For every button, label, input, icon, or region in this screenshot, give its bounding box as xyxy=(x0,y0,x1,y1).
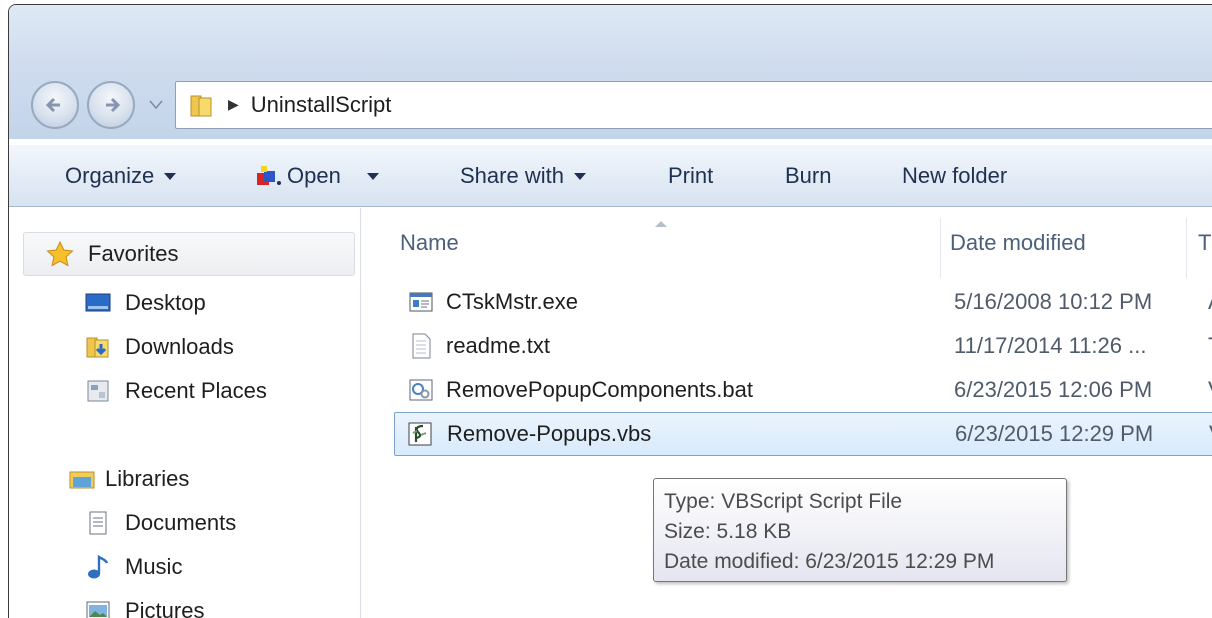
print-button[interactable]: Print xyxy=(668,163,713,189)
chevron-down-icon xyxy=(164,172,177,180)
nav-item-desktop[interactable]: Desktop xyxy=(85,290,206,316)
file-type: V xyxy=(1208,377,1212,403)
file-date-modified: 6/23/2015 12:06 PM xyxy=(954,377,1153,402)
nav-item-label: Documents xyxy=(125,510,237,535)
documents-icon xyxy=(89,511,107,535)
star-icon xyxy=(46,241,74,267)
file-type: A xyxy=(1208,289,1212,315)
file-date-modified: 11/17/2014 11:26 ... xyxy=(954,333,1147,358)
downloads-folder-icon xyxy=(86,337,109,358)
exe-icon xyxy=(409,292,433,312)
burn-label: Burn xyxy=(785,163,832,188)
file-date-modified: 6/23/2015 12:29 PM xyxy=(955,421,1154,446)
text-file-icon xyxy=(412,333,431,359)
file-info-tooltip: Type: VBScript Script File Size: 5.18 KB… xyxy=(653,478,1067,582)
tooltip-size: Size: 5.18 KB xyxy=(664,520,792,543)
back-button[interactable] xyxy=(31,81,79,129)
nav-item-documents[interactable]: Documents xyxy=(85,510,236,536)
share-with-label: Share with xyxy=(460,163,564,188)
file-name: CTskMstr.exe xyxy=(446,289,579,314)
tooltip-date-modified: Date modified: 6/23/2015 12:29 PM xyxy=(664,550,995,573)
print-label: Print xyxy=(668,163,714,188)
new-folder-button[interactable]: New folder xyxy=(902,163,1007,189)
file-row-readme-txt[interactable]: readme.txt 11/17/2014 11:26 ... T xyxy=(398,324,1212,368)
column-header-date-modified[interactable]: Date modified xyxy=(950,230,1086,256)
burn-button[interactable]: Burn xyxy=(785,163,831,189)
share-with-button[interactable]: Share with xyxy=(460,163,586,189)
new-folder-label: New folder xyxy=(902,163,1008,188)
sort-ascending-icon xyxy=(655,221,667,227)
recent-places-icon xyxy=(87,380,109,402)
column-divider[interactable] xyxy=(940,218,941,278)
title-bar: ▶ UninstallScript xyxy=(9,5,1212,139)
breadcrumb-chevron-icon[interactable]: ▶ xyxy=(228,97,239,113)
libraries-icon xyxy=(69,471,95,489)
nav-item-downloads[interactable]: Downloads xyxy=(85,334,234,360)
file-name: Remove-Popups.vbs xyxy=(447,421,652,446)
nav-item-favorites[interactable]: Favorites xyxy=(23,232,355,276)
music-note-icon xyxy=(88,555,109,579)
desktop-icon xyxy=(85,293,111,312)
forward-arrow-icon xyxy=(106,97,121,113)
nav-item-recent-places[interactable]: Recent Places xyxy=(85,378,267,404)
file-date-modified: 5/16/2008 10:12 PM xyxy=(954,289,1153,314)
nav-item-label: Recent Places xyxy=(125,378,267,403)
nav-item-pictures[interactable]: Pictures xyxy=(85,598,204,618)
forward-button[interactable] xyxy=(87,81,135,129)
file-row-removepopupcomponents-bat[interactable]: RemovePopupComponents.bat 6/23/2015 12:0… xyxy=(398,368,1212,412)
organize-button[interactable]: Organize xyxy=(65,163,177,189)
file-name: readme.txt xyxy=(446,333,550,358)
nav-item-label: Pictures xyxy=(125,598,205,618)
tooltip-type: Type: VBScript Script File xyxy=(664,490,903,513)
nav-item-libraries[interactable]: Libraries xyxy=(69,466,189,492)
libraries-label: Libraries xyxy=(105,466,190,491)
chevron-down-icon xyxy=(366,172,379,180)
organize-label: Organize xyxy=(65,163,155,188)
file-type: T xyxy=(1208,333,1212,359)
favorites-label: Favorites xyxy=(88,241,179,266)
open-label: Open xyxy=(287,163,341,188)
open-program-icon xyxy=(257,166,281,185)
back-arrow-icon xyxy=(45,97,60,113)
column-header-name[interactable]: Name xyxy=(400,230,459,256)
column-divider[interactable] xyxy=(1186,218,1187,278)
nav-item-label: Desktop xyxy=(125,290,206,315)
vbscript-file-icon xyxy=(408,422,432,446)
file-row-ctskmstr-exe[interactable]: CTskMstr.exe 5/16/2008 10:12 PM A xyxy=(398,280,1212,324)
command-bar: Organize Open Share with Print Burn New … xyxy=(9,145,1212,207)
column-header-type[interactable]: T xyxy=(1198,230,1211,256)
recent-pages-dropdown-icon[interactable] xyxy=(149,99,163,111)
batch-file-icon xyxy=(409,379,433,401)
address-bar[interactable]: ▶ UninstallScript xyxy=(175,81,1212,129)
open-button[interactable]: Open xyxy=(255,163,379,189)
file-row-remove-popups-vbs[interactable]: Remove-Popups.vbs 6/23/2015 12:29 PM V xyxy=(394,412,1212,456)
folder-icon xyxy=(190,95,212,117)
pictures-icon xyxy=(86,601,110,618)
nav-item-music[interactable]: Music xyxy=(85,554,182,580)
nav-item-label: Downloads xyxy=(125,334,234,359)
file-name: RemovePopupComponents.bat xyxy=(446,377,753,402)
chevron-down-icon xyxy=(573,172,586,180)
nav-item-label: Music xyxy=(125,554,183,579)
navigation-pane: Favorites Desktop Downloads Recent Place… xyxy=(9,208,361,618)
breadcrumb-uninstallscript[interactable]: UninstallScript xyxy=(251,92,392,118)
